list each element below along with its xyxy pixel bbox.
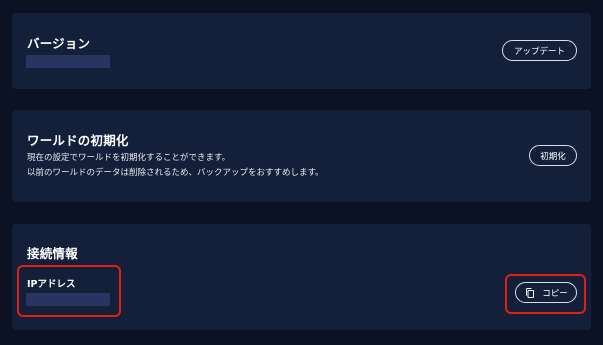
connection-title: 接続情報 — [27, 246, 78, 261]
ip-address-value-redacted — [26, 293, 110, 306]
world-reset-description-line2: 以前のワールドのデータは削除されるため、バックアップをおすすめします。 — [27, 168, 324, 178]
copy-ip-button[interactable]: コピー — [515, 282, 577, 303]
connection-card: 接続情報 IPアドレス コピー — [12, 224, 591, 330]
ip-address-label: IPアドレス — [27, 279, 76, 290]
version-card: バージョン アップデート — [12, 13, 591, 89]
copy-icon — [526, 287, 535, 298]
copy-button-label: コピー — [542, 288, 568, 299]
world-reset-card: ワールドの初期化 現在の設定でワールドを初期化することができます。 以前のワール… — [12, 110, 591, 202]
version-title: バージョン — [27, 36, 91, 51]
update-button[interactable]: アップデート — [502, 40, 577, 61]
world-reset-title: ワールドの初期化 — [27, 133, 129, 148]
world-reset-description-line1: 現在の設定でワールドを初期化することができます。 — [27, 153, 231, 163]
reset-world-button[interactable]: 初期化 — [529, 145, 577, 166]
version-value-redacted — [26, 55, 110, 68]
